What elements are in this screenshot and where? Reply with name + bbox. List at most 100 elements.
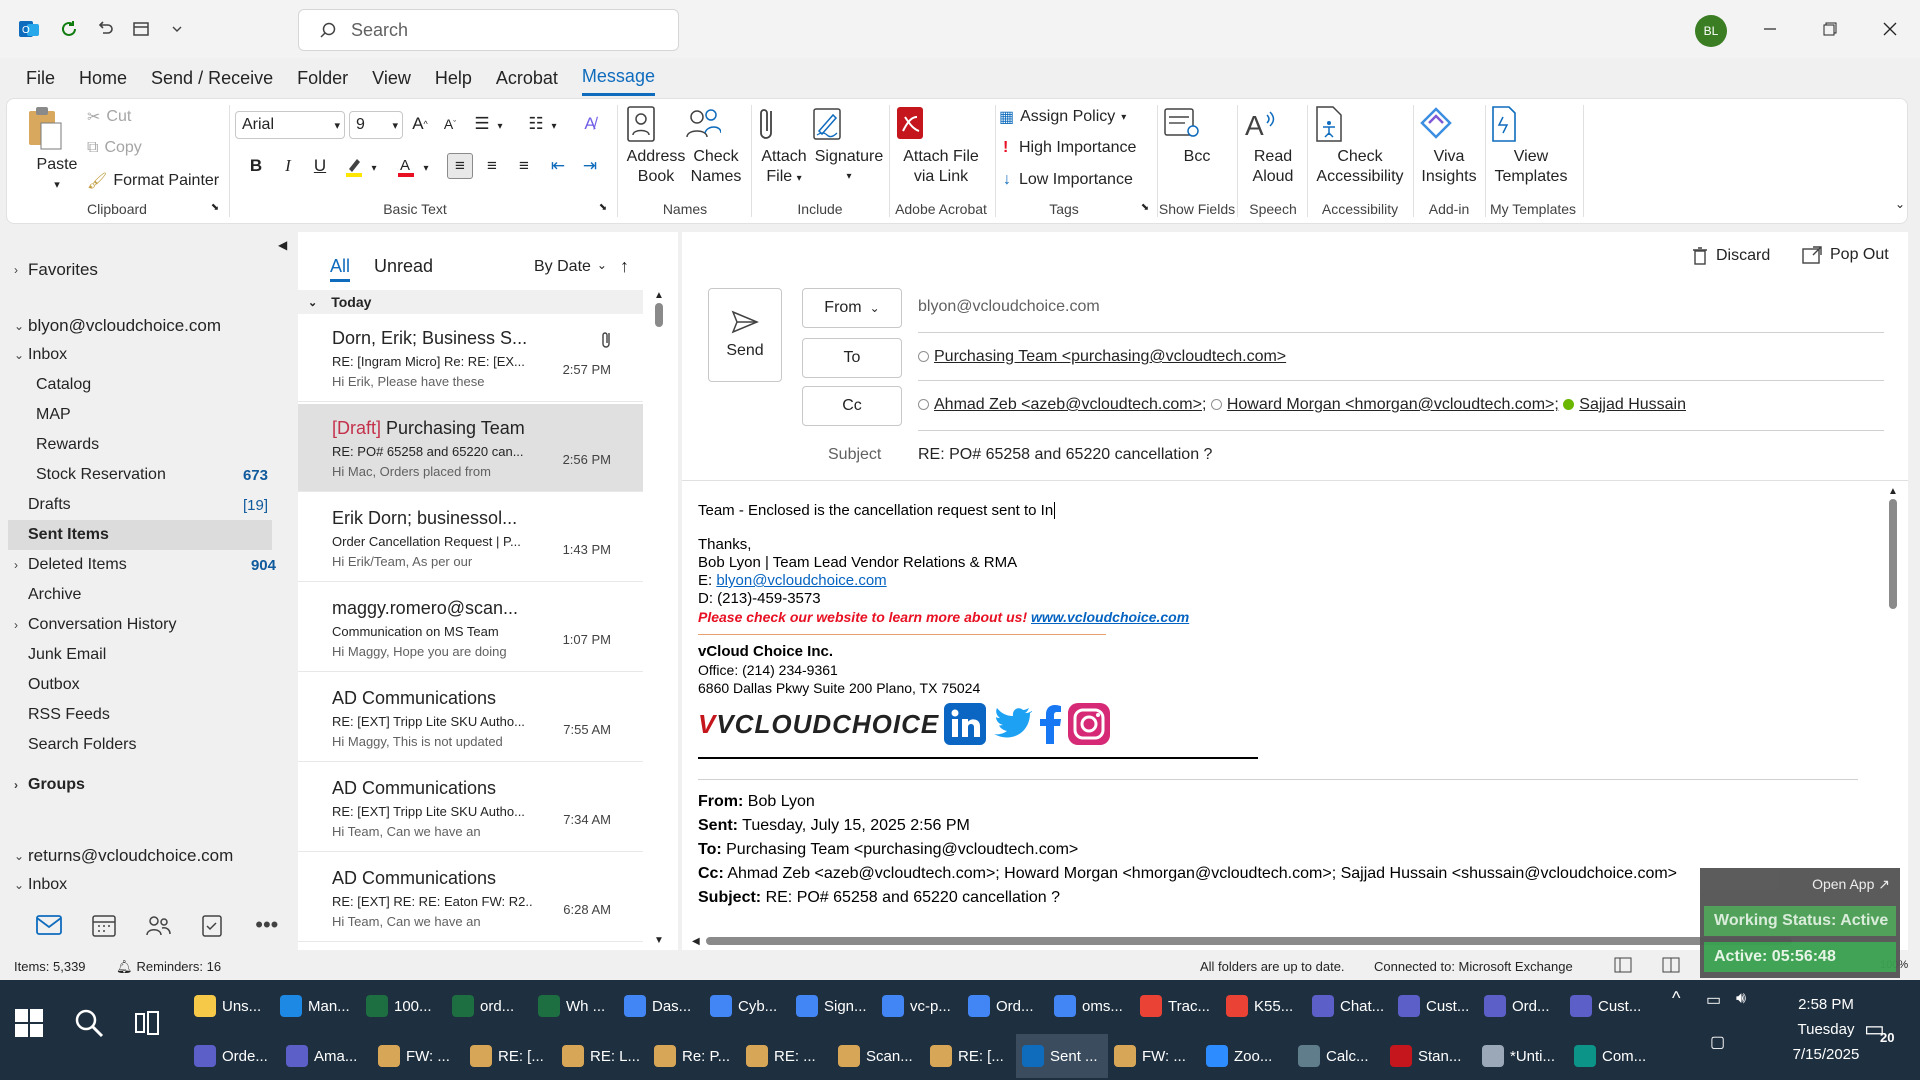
grow-font-icon[interactable]: A ^ (407, 111, 433, 137)
folder-rewards[interactable]: Rewards (36, 436, 268, 454)
open-app-button[interactable]: Open App ↗ (1812, 876, 1890, 893)
to-button[interactable]: To (802, 338, 902, 378)
menu-view[interactable]: View (372, 62, 411, 95)
attach-file-via-link-button[interactable]: Attach File via Link (893, 105, 989, 187)
folder-outbox[interactable]: Outbox (28, 676, 268, 694)
scroll-thumb[interactable] (1889, 499, 1897, 609)
folder-deleted-items[interactable]: › Deleted Items 904 (14, 556, 276, 574)
viva-insights-button[interactable]: Viva Insights (1417, 105, 1481, 187)
align-center-icon[interactable]: ≡ (479, 153, 505, 179)
font-color-icon[interactable]: A (393, 153, 419, 179)
taskbar-button[interactable]: ord... (446, 984, 514, 1028)
menu-help[interactable]: Help (435, 62, 472, 95)
taskbar-button[interactable]: Sent ... (1016, 1034, 1108, 1078)
shrink-font-icon[interactable]: Aˇ (437, 111, 463, 137)
scroll-up-icon[interactable]: ▲ (652, 290, 666, 301)
to-recipient[interactable]: Purchasing Team <purchasing@vcloudtech.c… (934, 348, 1286, 365)
folder-junk-email[interactable]: Junk Email (28, 646, 268, 664)
taskbar-button[interactable]: Wh ... (532, 984, 605, 1028)
groups-header[interactable]: › Groups (14, 776, 276, 794)
folder-stock-reservation[interactable]: Stock Reservation 673 (36, 466, 268, 484)
ribbon-collapse-icon[interactable]: ⌄ (1887, 191, 1913, 217)
taskbar-button[interactable]: Zoo... (1200, 1034, 1272, 1078)
taskbar-button[interactable]: 100... (360, 984, 432, 1028)
address-book-button[interactable]: Address Book (625, 105, 687, 187)
folder-catalog[interactable]: Catalog (36, 376, 268, 394)
more-apps-icon[interactable]: ••• (240, 905, 294, 945)
taskbar-button[interactable]: Ama... (280, 1034, 357, 1078)
cc-field[interactable]: Ahmad Zeb <azeb@vcloudtech.com>; Howard … (918, 396, 1686, 414)
bullets-dropdown-icon[interactable]: ▾ (493, 113, 507, 139)
list-item[interactable]: AD Communications RE: [EXT] Tripp Lite S… (298, 674, 643, 762)
list-item[interactable]: [Draft] Purchasing Team RE: PO# 65258 an… (298, 404, 643, 492)
clock[interactable]: 2:58 PM Tuesday 7/15/2025 (1776, 992, 1876, 1067)
decrease-indent-icon[interactable]: ⇤ (545, 153, 571, 179)
taskbar-button[interactable]: Cust... (1392, 984, 1469, 1028)
list-item[interactable]: Erik Dorn; businessol... Order Cancellat… (298, 494, 643, 582)
taskbar-button[interactable]: Calc... (1292, 1034, 1369, 1078)
discard-button[interactable]: Discard (1692, 246, 1770, 266)
folder-inbox-2[interactable]: ⌄ Inbox (14, 876, 276, 894)
menu-file[interactable]: File (26, 62, 55, 95)
cc-button[interactable]: Cc (802, 386, 902, 426)
taskbar-button[interactable]: RE: [... (464, 1034, 544, 1078)
signature-email-link[interactable]: blyon@vcloudchoice.com (716, 572, 886, 589)
send-button[interactable]: Send (708, 288, 782, 382)
taskbar-button[interactable]: Scan... (832, 1034, 913, 1078)
taskbar-button[interactable]: Ord... (1478, 984, 1550, 1028)
taskbar-button[interactable]: RE: L... (556, 1034, 640, 1078)
format-painter-button[interactable]: 🖌 Format Painter (87, 171, 219, 191)
folder-map[interactable]: MAP (36, 406, 268, 424)
clipboard-launcher-icon[interactable]: ⬊ (207, 199, 223, 215)
signature-button[interactable]: Signature ▾ (811, 105, 887, 187)
mail-icon[interactable] (22, 905, 76, 945)
numbering-icon[interactable]: ☷ (523, 111, 549, 137)
collapse-pane-icon[interactable]: ◀ (278, 238, 292, 252)
close-button[interactable] (1870, 12, 1910, 46)
task-view-icon[interactable] (134, 1010, 160, 1036)
scroll-thumb[interactable] (655, 303, 663, 327)
taskbar-button[interactable]: K55... (1220, 984, 1293, 1028)
taskbar-button[interactable]: Ord... (962, 984, 1034, 1028)
basic-text-launcher-icon[interactable]: ⬊ (595, 199, 611, 215)
taskbar-button[interactable]: Man... (274, 984, 350, 1028)
taskbar-button[interactable]: FW: ... (372, 1034, 450, 1078)
reminders[interactable]: 🔔︎ Reminders: 16 (116, 959, 221, 975)
taskbar-button[interactable]: Sign... (790, 984, 867, 1028)
sync-icon[interactable] (56, 16, 82, 42)
body-scrollbar[interactable]: ▲ (1886, 486, 1900, 926)
calendar-icon[interactable] (76, 905, 130, 945)
taskbar-button[interactable]: Com... (1568, 1034, 1646, 1078)
folder-archive[interactable]: Archive (28, 586, 268, 604)
website-link[interactable]: www.vcloudchoice.com (1031, 609, 1189, 625)
list-item[interactable]: AD Communications RE: [EXT] Tripp Lite S… (298, 764, 643, 852)
reading-view-icon[interactable] (1662, 957, 1680, 973)
font-size-combo[interactable]: 9 ▾ (349, 111, 403, 139)
italic-button[interactable]: I (275, 153, 301, 179)
avatar[interactable]: BL (1695, 15, 1727, 47)
account2-header[interactable]: ⌄ returns@vcloudchoice.com (14, 846, 276, 866)
taskbar-button[interactable]: Re: P... (648, 1034, 730, 1078)
body-h-scrollbar[interactable]: ◀ (692, 934, 1792, 948)
numbering-dropdown-icon[interactable]: ▾ (547, 113, 561, 139)
search-box[interactable]: Search (298, 9, 679, 51)
twitter-icon[interactable] (992, 706, 1032, 742)
undo-icon[interactable] (92, 16, 118, 42)
folder-rss-feeds[interactable]: RSS Feeds (28, 706, 268, 724)
restore-button[interactable] (1810, 12, 1850, 46)
bullets-icon[interactable]: ☰ (469, 111, 495, 137)
list-item[interactable]: AD Communications RE: [EXT] RE: RE: Eato… (298, 854, 643, 942)
to-field[interactable]: Purchasing Team <purchasing@vcloudtech.c… (918, 348, 1286, 366)
taskbar-button[interactable]: RE: ... (740, 1034, 816, 1078)
menu-acrobat[interactable]: Acrobat (496, 62, 558, 95)
bcc-button[interactable]: Bcc (1163, 105, 1231, 167)
network-icon[interactable]: ▢ (1710, 1032, 1725, 1052)
scroll-left-icon[interactable]: ◀ (692, 936, 700, 947)
sort-dropdown[interactable]: By Date ⌄ (534, 258, 607, 276)
check-accessibility-button[interactable]: Check Accessibility (1311, 105, 1409, 187)
folder-drafts[interactable]: Drafts [19] (28, 496, 268, 514)
taskbar-button[interactable]: Das... (618, 984, 691, 1028)
taskbar-button[interactable]: Cust... (1564, 984, 1641, 1028)
menu-send-receive[interactable]: Send / Receive (151, 62, 273, 95)
taskbar-button[interactable]: Uns... (188, 984, 261, 1028)
